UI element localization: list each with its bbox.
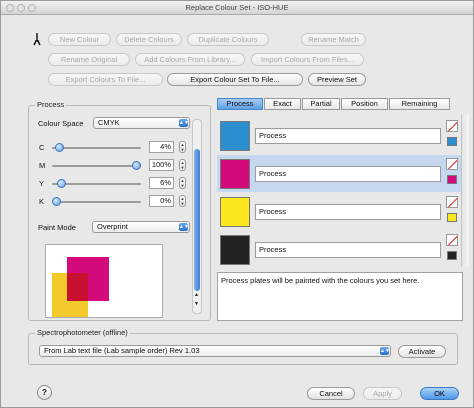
colour-row[interactable]: Process [217,117,463,154]
channel-slider-track[interactable] [52,201,141,203]
channel-label-y: Y [39,179,45,188]
colour-row[interactable]: Process [217,231,463,268]
title-bar: Replace Colour Set - ISO-HUE [1,1,473,15]
colour-name-field[interactable]: Process [255,204,441,220]
spectro-source-value: From Lab text file (Lab sample order) Re… [44,346,200,355]
channel-label-m: M [39,161,46,170]
process-group-label: Process [35,100,67,109]
no-match-icon[interactable] [446,158,458,170]
colour-list-scrollbar[interactable] [461,115,469,267]
eyedropper-icon[interactable] [32,32,42,46]
colour-swatch[interactable] [220,235,250,265]
select-arrows-icon: ▲▼ [380,347,390,355]
rename-original-button[interactable]: Rename Original [48,53,130,66]
match-swatch[interactable] [447,251,457,260]
spectro-source-select[interactable]: From Lab text file (Lab sample order) Re… [39,345,391,357]
colour-swatch[interactable] [220,197,250,227]
overprint-preview [45,244,163,318]
channel-slider-thumb[interactable] [56,179,66,188]
tab-process[interactable]: Process [217,98,263,110]
match-swatch[interactable] [447,175,457,184]
colour-name-field[interactable]: Process [255,166,441,182]
channel-slider-track[interactable] [52,165,141,167]
colour-name-field[interactable]: Process [255,242,441,258]
window-title: Replace Colour Set - ISO-HUE [185,3,289,12]
preview-overlap [67,273,88,301]
match-swatch[interactable] [447,137,457,146]
no-match-icon[interactable] [446,234,458,246]
scroll-down-icon[interactable]: ▼ [194,301,199,307]
add-colours-from-library-button[interactable]: Add Colours From Library... [135,53,245,66]
tab-position[interactable]: Position [341,98,388,110]
colour-space-label: Colour Space [38,119,84,128]
new-colour-button[interactable]: New Colour [48,33,111,46]
export-colour-set-to-file-button[interactable]: Export Colour Set To File... [167,73,303,86]
scroll-up-icon[interactable]: ▲ [194,292,199,298]
paint-mode-value: Overprint [97,222,128,231]
process-scrollbar[interactable]: ▲ ▼ [192,119,202,314]
channel-stepper[interactable]: ▲ ▼ [179,177,186,189]
select-arrows-icon: ▲▼ [179,119,189,127]
colour-swatch[interactable] [220,159,250,189]
activate-button[interactable]: Activate [398,345,446,358]
channel-stepper[interactable]: ▲ ▼ [179,195,186,207]
spectrophotometer-label: Spectrophotometer (offline) [35,328,130,337]
apply-button[interactable]: Apply [363,387,402,400]
rename-match-button[interactable]: Rename Match [301,33,366,46]
paint-mode-select[interactable]: Overprint ▲▼ [92,221,190,233]
description-text: Process plates will be painted with the … [217,272,463,321]
channel-slider-thumb[interactable] [132,161,141,170]
colour-swatch[interactable] [220,121,250,151]
colour-row[interactable]: Process [217,155,463,192]
tab-remaining[interactable]: Remaining [389,98,450,110]
export-colours-to-file-button[interactable]: Export Colours To File... [48,73,163,86]
colour-space-select[interactable]: CMYK ▲▼ [93,117,190,129]
match-swatch[interactable] [447,213,457,222]
channel-label-c: C [39,143,45,152]
paint-mode-label: Paint Mode [38,223,76,232]
colour-row[interactable]: Process [217,193,463,230]
scrollbar-thumb[interactable] [194,149,200,291]
channel-label-k: K [39,197,45,206]
tab-partial[interactable]: Partial [302,98,340,110]
channel-value-field[interactable]: 4% [149,141,174,153]
duplicate-colours-button[interactable]: Duplicate Colours [187,33,269,46]
channel-value-field[interactable]: 6% [149,177,174,189]
delete-colours-button[interactable]: Delete Colours [116,33,182,46]
channel-stepper[interactable]: ▲ ▼ [179,141,186,153]
colour-space-value: CMYK [98,118,120,127]
no-match-icon[interactable] [446,196,458,208]
replace-colour-set-window: Replace Colour Set - ISO-HUE New Colour … [0,0,474,408]
select-arrows-icon: ▲▼ [179,223,189,231]
channel-stepper[interactable]: ▲ ▼ [179,159,186,171]
channel-slider-thumb[interactable] [52,197,61,206]
channel-value-field[interactable]: 0% [149,195,174,207]
tab-exact[interactable]: Exact [264,98,301,110]
cancel-button[interactable]: Cancel [307,387,355,400]
ok-button[interactable]: OK [420,387,459,400]
no-match-icon[interactable] [446,120,458,132]
colour-name-field[interactable]: Process [255,128,441,144]
channel-slider-track[interactable] [52,147,141,149]
channel-value-field[interactable]: 100% [149,159,174,171]
help-icon[interactable]: ? [37,385,52,400]
import-colours-from-files-button[interactable]: Import Colours From Files... [251,53,364,66]
preview-set-button[interactable]: Preview Set [308,73,366,86]
